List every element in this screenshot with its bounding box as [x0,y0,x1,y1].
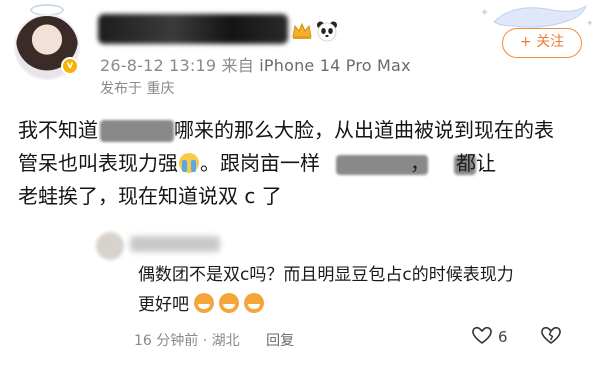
comment-avatar[interactable] [96,232,124,260]
crown-icon [292,22,312,39]
post-line-3: 老蛙挨了，现在知道说双 c 了 [18,184,282,208]
reply-button[interactable]: 回复 [266,333,294,349]
comment-line-2-text: 更好吧 [138,295,189,315]
panda-icon [317,21,337,42]
post-source-prefix: 来自 [221,56,254,75]
comment-location: · 湖北 [202,333,240,349]
post-line-2-mid: 。跟岗亩一样 [200,151,320,175]
like-count: 6 [498,328,508,346]
svg-text:✦: ✦ [586,19,594,29]
post-location: 发布于 重庆 [100,81,175,97]
post-body: 我不知道 哪来的那么大脸，从出道曲被说到现在的表 管呆也叫表现力强。跟岗亩一样，都… [18,114,586,213]
follow-button[interactable]: + 关注 [502,28,582,58]
post-line-1: 我不知道 哪来的那么大脸，从出道曲被说到现在的表 [18,114,586,147]
grin-emoji-icon [219,293,240,313]
svg-text:✦: ✦ [480,6,489,19]
comment-item: 偶数团不是双c吗？而且明显豆包占c的时候表现力 更好吧 16 分钟前 · 湖北 … [96,226,600,372]
comment-username-redacted[interactable] [130,236,220,252]
username-redacted[interactable] [98,14,288,44]
grin-emoji-icon [194,293,215,313]
post-line-1-end: 哪来的那么大脸，从出道曲被说到现在的表 [174,118,554,142]
post-device: iPhone 14 Pro Max [259,56,411,75]
scribble-redaction [454,155,476,175]
comment-line-1: 偶数团不是双c吗？而且明显豆包占c的时候表现力 [138,265,514,285]
post-timestamp: 26-8-12 13:19 来自 iPhone 14 Pro Max [100,52,411,76]
grin-emoji-icon [244,293,265,313]
post-line-1-start: 我不知道 [18,118,98,142]
broken-heart-icon[interactable] [540,324,562,346]
post-time: 26-8-12 13:19 [100,56,217,75]
comment-line-2: 更好吧 [138,290,593,320]
comment-text: 偶数团不是双c吗？而且明显豆包占c的时候表现力 更好吧 [138,260,593,320]
verified-badge-icon: v [61,57,79,75]
crying-emoji-icon [179,153,199,173]
post-header: v 26-8-12 13:19 来自 iPhone 14 Pro Max 发布于… [0,0,600,100]
comment-meta: 16 分钟前 · 湖北 回复 [134,330,294,350]
scribble-redaction [100,120,174,142]
comment-time: 16 分钟前 [134,333,199,349]
heart-outline-icon[interactable] [471,324,493,346]
whale-decoration-icon: ✦ ✦ [480,4,594,29]
post-line-2: 管呆也叫表现力强。跟岗亩一样，都让 [18,147,586,180]
scribble-redaction [336,155,428,175]
post-line-2-start: 管呆也叫表现力强 [18,151,178,175]
